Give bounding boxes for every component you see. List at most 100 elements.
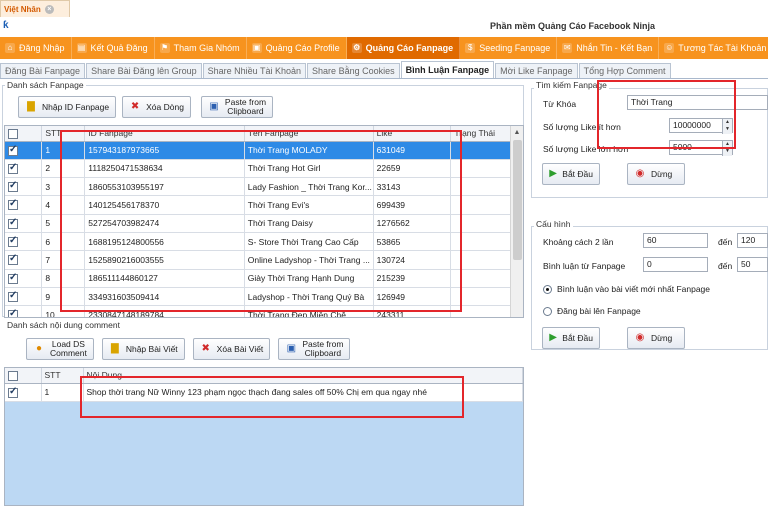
paste-clipboard-button[interactable]: ▣ Paste from Clipboard bbox=[200, 96, 274, 118]
config-start-button[interactable]: ▶ Bắt Đầu bbox=[542, 327, 600, 349]
checkbox-icon bbox=[8, 144, 18, 156]
table-row[interactable]: 1157943187973665Thời Trang MOLADY631049 bbox=[5, 141, 523, 160]
import-post-button[interactable]: ▇ Nhập Bài Viết bbox=[101, 338, 185, 360]
column-header[interactable]: Tên Fanpage bbox=[244, 126, 374, 142]
search-start-button[interactable]: ▶ Bắt Đầu bbox=[542, 163, 600, 185]
nav-item[interactable]: ☺ Tương Tác Tài Khoản bbox=[659, 37, 768, 59]
min-like-input[interactable]: 10000000 ▲ ▼ bbox=[669, 118, 733, 134]
search-panel-title: Tìm kiếm Fanpage bbox=[534, 80, 609, 90]
sub-tab[interactable]: Bình Luận Fanpage bbox=[400, 61, 495, 78]
nav-item[interactable]: ▤ Kết Quả Đăng bbox=[72, 37, 155, 59]
comment-to-input[interactable]: 50 bbox=[737, 257, 768, 272]
row-checkbox[interactable] bbox=[5, 287, 43, 307]
nav-item-label: Tham Gia Nhóm bbox=[173, 43, 240, 53]
nav-item[interactable]: ⚙ Quảng Cáo Fanpage bbox=[346, 37, 461, 59]
nav-item[interactable]: $ Seeding Fanpage bbox=[460, 37, 558, 59]
delete-post-button[interactable]: ✖ Xóa Bài Viết bbox=[192, 338, 271, 360]
cell-stt: 1 bbox=[41, 141, 86, 160]
column-header[interactable]: Nội Dung bbox=[83, 368, 523, 384]
table-row[interactable]: 5527254703982474Thời Trang Daisy1276562 bbox=[5, 214, 523, 233]
nav-item[interactable]: ✉ Nhắn Tin - Kết Bạn bbox=[557, 37, 660, 59]
column-header[interactable]: STT bbox=[41, 126, 86, 142]
search-stop-button[interactable]: ◉ Dừng bbox=[627, 163, 685, 185]
spinner-icon[interactable]: ▲ ▼ bbox=[722, 141, 732, 156]
import-fanpage-button[interactable]: ▇ Nhập ID Fanpage bbox=[18, 96, 117, 118]
cell-name: S- Store Thời Trang Cao Cấp bbox=[244, 232, 374, 252]
window-tab[interactable]: Việt Nhân × bbox=[0, 0, 70, 17]
row-checkbox[interactable] bbox=[5, 195, 43, 215]
row-checkbox[interactable] bbox=[5, 214, 43, 233]
play-icon: ▶ bbox=[549, 168, 557, 179]
cell-stt: 10 bbox=[41, 305, 86, 317]
interval-to-input[interactable]: 120 bbox=[737, 233, 768, 248]
sub-tab[interactable]: Đăng Bài Fanpage bbox=[0, 63, 86, 78]
message-icon: ✉ bbox=[562, 43, 573, 53]
spinner-icon[interactable]: ▲ ▼ bbox=[722, 119, 732, 134]
scroll-up-icon[interactable]: ▲ bbox=[511, 126, 523, 139]
column-header[interactable]: ID Fanpage bbox=[84, 126, 245, 142]
sub-tab[interactable]: Share Nhiều Tài Khoản bbox=[202, 63, 307, 78]
config-stop-button[interactable]: ◉ Dừng bbox=[627, 327, 685, 349]
cell-stt: 8 bbox=[41, 269, 86, 288]
load-comment-button[interactable]: ● Load DS Comment bbox=[26, 338, 94, 360]
fanpage-scrollbar[interactable]: ▲ bbox=[510, 126, 523, 317]
table-row[interactable]: 4140125456178370Thời Trang Evi's699439 bbox=[5, 195, 523, 215]
fanpage-grid[interactable]: STT ID Fanpage Tên Fanpage Like Trạng Th… bbox=[4, 125, 524, 318]
sub-tab[interactable]: Share Bằng Cookies bbox=[307, 63, 400, 78]
cell-id: 157943187973665 bbox=[84, 141, 245, 160]
table-row[interactable]: 21118250471538634Thời Trang Hot Girl2265… bbox=[5, 159, 523, 179]
cell-like: 1276562 bbox=[373, 214, 452, 233]
row-checkbox[interactable] bbox=[5, 383, 42, 402]
cell-id: 1118250471538634 bbox=[84, 159, 245, 179]
group-icon: ⚑ bbox=[159, 43, 170, 53]
cell-like: 53865 bbox=[373, 232, 452, 252]
option-post-radio[interactable]: Đăng bài lên Fanpage bbox=[543, 306, 641, 317]
row-checkbox[interactable] bbox=[5, 305, 43, 317]
cell-content[interactable]: Shop thời trang Nữ Winny 123 phạm ngọc t… bbox=[83, 383, 523, 402]
keyword-input[interactable]: Thời Trang bbox=[627, 95, 768, 110]
delete-row-button[interactable]: ✖ Xóa Dòng bbox=[122, 96, 191, 118]
table-row[interactable]: 9334931603509414Ladyshop - Thời Trang Qu… bbox=[5, 287, 523, 307]
cell-id: 1860553103955197 bbox=[84, 177, 245, 197]
column-header[interactable]: Like bbox=[373, 126, 452, 142]
row-checkbox[interactable] bbox=[5, 159, 43, 179]
comment-from-input[interactable]: 0 bbox=[643, 257, 708, 272]
row-checkbox[interactable] bbox=[5, 177, 43, 197]
row-checkbox[interactable] bbox=[5, 141, 43, 160]
select-all-checkbox[interactable] bbox=[5, 126, 43, 142]
nav-item[interactable]: ⚑ Tham Gia Nhóm bbox=[155, 37, 247, 59]
nav-item[interactable]: ⌂ Đăng Nhập bbox=[0, 37, 72, 59]
column-header[interactable]: STT bbox=[41, 368, 84, 384]
checkbox-icon bbox=[8, 180, 18, 193]
sub-tab[interactable]: Share Bài Đăng lên Group bbox=[86, 63, 202, 78]
delete-icon: ✖ bbox=[201, 343, 210, 354]
paste-clipboard-button[interactable]: ▣ Paste from Clipboard bbox=[278, 338, 351, 360]
table-row[interactable]: 1Shop thời trang Nữ Winny 123 phạm ngọc … bbox=[5, 383, 523, 402]
main-nav: ⌂ Đăng Nhập ▤ Kết Quả Đăng ⚑ Tham Gia Nhóm ▣ Qu… bbox=[0, 37, 768, 59]
profile-icon: ▣ bbox=[251, 43, 262, 53]
table-row[interactable]: 31860553103955197Lady Fashion _ Thời Tra… bbox=[5, 177, 523, 197]
max-like-input[interactable]: 5000 ▲ ▼ bbox=[669, 140, 733, 156]
option-latest-radio[interactable]: Bình luận vào bài viết mới nhất Fanpage bbox=[543, 284, 710, 295]
cell-like: 631049 bbox=[373, 141, 452, 160]
paste-icon: ▣ bbox=[209, 101, 219, 112]
cell-id: 186511144860127 bbox=[84, 269, 245, 288]
table-row[interactable]: 71525890216003555Online Ladyshop - Thời … bbox=[5, 250, 523, 270]
to-label: đến bbox=[718, 261, 733, 271]
select-all-checkbox[interactable] bbox=[5, 368, 42, 384]
sub-tab[interactable]: Tổng Hợp Comment bbox=[578, 63, 671, 78]
sub-tab[interactable]: Mời Like Fanpage bbox=[495, 63, 578, 78]
checkbox-icon bbox=[8, 235, 18, 247]
cell-like: 130724 bbox=[373, 250, 452, 270]
row-checkbox[interactable] bbox=[5, 269, 43, 288]
nav-item[interactable]: ▣ Quảng Cáo Profile bbox=[247, 37, 347, 59]
table-row[interactable]: 61688195124800556S- Store Thời Trang Cao… bbox=[5, 232, 523, 252]
row-checkbox[interactable] bbox=[5, 250, 43, 270]
close-icon[interactable]: × bbox=[44, 4, 54, 14]
table-row[interactable]: 8186511144860127Giày Thời Trang Hạnh Dun… bbox=[5, 269, 523, 288]
interval-from-input[interactable]: 60 bbox=[643, 233, 708, 248]
comment-grid[interactable]: STT Nội Dung 1Shop thời trang Nữ Winny 1… bbox=[4, 367, 524, 506]
table-row[interactable]: 102330847148189784Thời Trang Đẹp Miễn Ch… bbox=[5, 305, 523, 317]
row-checkbox[interactable] bbox=[5, 232, 43, 252]
scroll-thumb[interactable] bbox=[513, 140, 522, 260]
